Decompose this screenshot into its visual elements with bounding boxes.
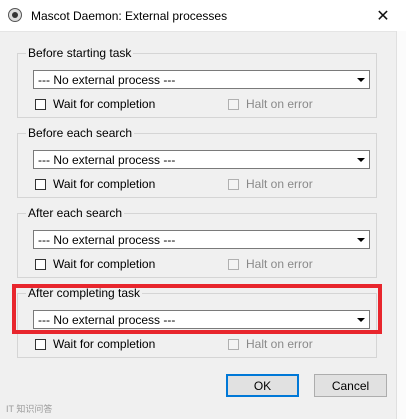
checkbox-label: Wait for completion	[53, 97, 156, 111]
checkbox-label: Halt on error	[246, 337, 313, 351]
halt-on-error-checkbox: Halt on error	[228, 177, 313, 191]
checkbox-box	[228, 338, 239, 350]
checkbox-box	[228, 98, 239, 110]
process-dropdown[interactable]: --- No external process ---	[33, 70, 370, 89]
mascot-daemon-icon	[8, 8, 22, 22]
halt-on-error-checkbox: Halt on error	[228, 337, 313, 351]
chevron-down-icon[interactable]	[353, 151, 369, 168]
group-legend: Before starting task	[26, 46, 134, 60]
checkbox-box	[228, 178, 239, 190]
highlight-annotation	[12, 284, 382, 334]
group-legend: Before each search	[26, 126, 135, 140]
halt-on-error-checkbox: Halt on error	[228, 257, 313, 271]
checkbox-label: Wait for completion	[53, 177, 156, 191]
chevron-down-icon[interactable]	[353, 231, 369, 248]
checkbox-label: Halt on error	[246, 97, 313, 111]
window-title: Mascot Daemon: External processes	[31, 9, 228, 23]
checkbox-label: Wait for completion	[53, 337, 156, 351]
checkbox-label: Halt on error	[246, 257, 313, 271]
process-dropdown[interactable]: --- No external process ---	[33, 150, 370, 169]
title-bar: Mascot Daemon: External processes ✕	[0, 0, 406, 32]
ok-button[interactable]: OK	[226, 374, 299, 397]
wait-for-completion-checkbox[interactable]: Wait for completion	[35, 337, 155, 351]
checkbox-box[interactable]	[35, 338, 46, 350]
halt-on-error-checkbox: Halt on error	[228, 97, 313, 111]
cancel-button[interactable]: Cancel	[314, 374, 387, 397]
process-dropdown[interactable]: --- No external process ---	[33, 230, 370, 249]
wait-for-completion-checkbox[interactable]: Wait for completion	[35, 257, 155, 271]
checkbox-box[interactable]	[35, 98, 46, 110]
group-before-starting-task: Before starting task --- No external pro…	[17, 46, 377, 118]
chevron-down-icon[interactable]	[353, 71, 369, 88]
checkbox-box[interactable]	[35, 258, 46, 270]
process-dropdown-value: --- No external process ---	[38, 233, 176, 247]
process-dropdown-value: --- No external process ---	[38, 73, 176, 87]
checkbox-box	[228, 258, 239, 270]
group-legend: After each search	[26, 206, 125, 220]
window-edge	[396, 31, 406, 419]
group-before-each-search: Before each search --- No external proce…	[17, 126, 377, 198]
process-dropdown-value: --- No external process ---	[38, 153, 176, 167]
group-after-each-search: After each search --- No external proces…	[17, 206, 377, 278]
wait-for-completion-checkbox[interactable]: Wait for completion	[35, 97, 155, 111]
wait-for-completion-checkbox[interactable]: Wait for completion	[35, 177, 155, 191]
checkbox-label: Halt on error	[246, 177, 313, 191]
close-button[interactable]: ✕	[360, 0, 406, 31]
checkbox-box[interactable]	[35, 178, 46, 190]
watermark: IT 知识问答	[6, 404, 53, 414]
checkbox-label: Wait for completion	[53, 257, 156, 271]
